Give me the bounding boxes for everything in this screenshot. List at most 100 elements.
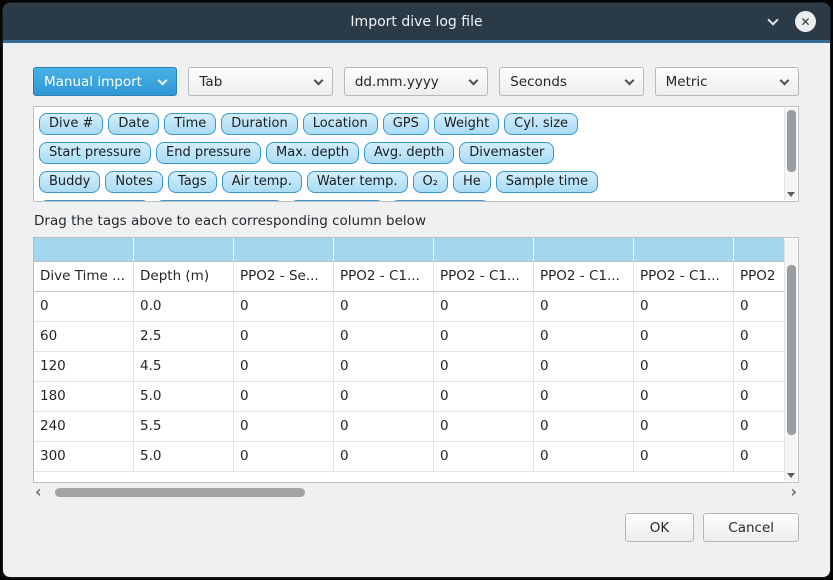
table-cell: 0 — [534, 442, 634, 471]
scroll-right-button[interactable]: › — [791, 484, 797, 499]
table-cell: 0 — [434, 352, 534, 381]
scroll-left-button[interactable]: ‹ — [35, 484, 41, 499]
combo-value: Manual import — [44, 74, 142, 90]
chevron-down-icon — [780, 75, 790, 85]
tag-cyl-size[interactable]: Cyl. size — [504, 113, 578, 135]
table-scrollbar-horizontal[interactable]: ‹ › — [33, 485, 799, 500]
tag-sample-depth[interactable]: Sample depth — [39, 200, 150, 201]
tag-o-[interactable]: O₂ — [413, 171, 448, 193]
instruction-text: Drag the tags above to each correspondin… — [34, 213, 798, 229]
column-header: PPO2 - C1... — [534, 262, 634, 291]
column-header: Depth (m) — [134, 262, 234, 291]
table-cell: 0 — [434, 322, 534, 351]
column-header: PPO2 - C1... — [434, 262, 534, 291]
tag-he[interactable]: He — [453, 171, 491, 193]
table-row: 3005.0000000 — [34, 442, 784, 472]
combo-field-separator[interactable]: Tab — [188, 67, 332, 96]
tag-duration[interactable]: Duration — [221, 113, 297, 135]
scroll-down-button[interactable] — [785, 192, 797, 197]
table-cell: 0 — [634, 412, 734, 441]
cancel-button[interactable]: Cancel — [703, 513, 799, 542]
table-row: 2405.5000000 — [34, 412, 784, 442]
table-cell: 0 — [434, 442, 534, 471]
scrollbar-thumb[interactable] — [55, 488, 305, 497]
tag-end-pressure[interactable]: End pressure — [156, 142, 261, 164]
tag-buddy[interactable]: Buddy — [39, 171, 100, 193]
combo-import-type[interactable]: Manual import — [33, 67, 177, 96]
column-drop-target[interactable] — [434, 238, 534, 261]
table-cell: 4.5 — [134, 352, 234, 381]
column-drop-target[interactable] — [634, 238, 734, 261]
table-cell: 0 — [634, 442, 734, 471]
ok-button[interactable]: OK — [625, 513, 694, 542]
column-drop-target[interactable] — [734, 238, 784, 261]
tag-row: Sample depth Sample pressure Sample pO₂ Sam… — [39, 199, 778, 201]
tag-location[interactable]: Location — [303, 113, 378, 135]
table-cell: 0 — [434, 412, 534, 441]
table-cell: 0.0 — [134, 292, 234, 321]
combo-date-format[interactable]: dd.mm.yyyy — [344, 67, 488, 96]
tag-panel: Dive #DateTimeDuration LocationGPSWeightC… — [33, 106, 799, 202]
tag-dive-[interactable]: Dive # — [39, 113, 103, 135]
tag-notes[interactable]: Notes — [105, 171, 163, 193]
triangle-down-icon — [787, 192, 795, 197]
column-header: PPO2 - C1... — [334, 262, 434, 291]
column-drop-target[interactable] — [334, 238, 434, 261]
column-drop-target[interactable] — [234, 238, 334, 261]
table-cell: 0 — [234, 322, 334, 351]
column-drop-target[interactable] — [534, 238, 634, 261]
table-cell: 240 — [34, 412, 134, 441]
tag-panel-scrollbar[interactable] — [784, 108, 797, 200]
table-row: 00.0000000 — [34, 292, 784, 322]
scrollbar-thumb[interactable] — [787, 110, 796, 172]
table-cell: 0 — [734, 442, 784, 471]
combo-value: dd.mm.yyyy — [355, 74, 439, 90]
tag-time[interactable]: Time — [164, 113, 216, 135]
table-cell: 0 — [334, 292, 434, 321]
tag-sample-po-[interactable]: Sample pO₂ — [289, 200, 386, 201]
table-scrollbar-vertical[interactable] — [784, 239, 797, 481]
chevron-down-icon — [469, 75, 479, 85]
tag-weight[interactable]: Weight — [434, 113, 499, 135]
table-cell: 0 — [234, 412, 334, 441]
close-button[interactable]: ✕ — [795, 11, 816, 32]
titlebar[interactable]: Import dive log file ✕ — [3, 3, 830, 40]
tag-tags[interactable]: Tags — [168, 171, 217, 193]
combo-value: Metric — [666, 74, 708, 90]
column-drop-target[interactable] — [134, 238, 234, 261]
combo-time-format[interactable]: Seconds — [499, 67, 643, 96]
tag-sample-time[interactable]: Sample time — [496, 171, 598, 193]
tag-date[interactable]: Date — [108, 113, 159, 135]
tag-sample-cns[interactable]: Sample CNS — [390, 200, 490, 201]
table-cell: 0 — [634, 322, 734, 351]
scrollbar-thumb[interactable] — [787, 265, 796, 435]
tag-gps[interactable]: GPS — [383, 113, 429, 135]
table-cell: 5.0 — [134, 382, 234, 411]
table-cell: 0 — [234, 442, 334, 471]
drop-target-row — [34, 238, 784, 262]
tag-air-temp-[interactable]: Air temp. — [222, 171, 302, 193]
combo-value: Seconds — [510, 74, 567, 90]
chevron-down-icon — [624, 75, 634, 85]
tag-max-depth[interactable]: Max. depth — [266, 142, 359, 164]
tag-avg-depth[interactable]: Avg. depth — [364, 142, 454, 164]
column-header: PPO2 - C1... — [634, 262, 734, 291]
table-cell: 0 — [734, 322, 784, 351]
column-header: PPO2 - Se... — [234, 262, 334, 291]
table-cell: 0 — [534, 382, 634, 411]
tag-water-temp-[interactable]: Water temp. — [307, 171, 408, 193]
table-cell: 0 — [734, 292, 784, 321]
window-title: Import dive log file — [350, 14, 482, 30]
table-cell: 0 — [334, 412, 434, 441]
close-icon: ✕ — [800, 16, 810, 28]
tag-divemaster[interactable]: Divemaster — [459, 142, 554, 164]
tag-sample-pressure[interactable]: Sample pressure — [155, 200, 284, 201]
tag-start-pressure[interactable]: Start pressure — [39, 142, 151, 164]
scroll-down-button[interactable] — [785, 473, 797, 478]
table-cell: 60 — [34, 322, 134, 351]
preview-table: Dive Time ...Depth (m)PPO2 - Se...PPO2 -… — [33, 237, 799, 483]
shade-button[interactable] — [769, 20, 777, 24]
column-drop-target[interactable] — [34, 238, 134, 261]
combo-units[interactable]: Metric — [655, 67, 799, 96]
table-cell: 0 — [634, 382, 734, 411]
